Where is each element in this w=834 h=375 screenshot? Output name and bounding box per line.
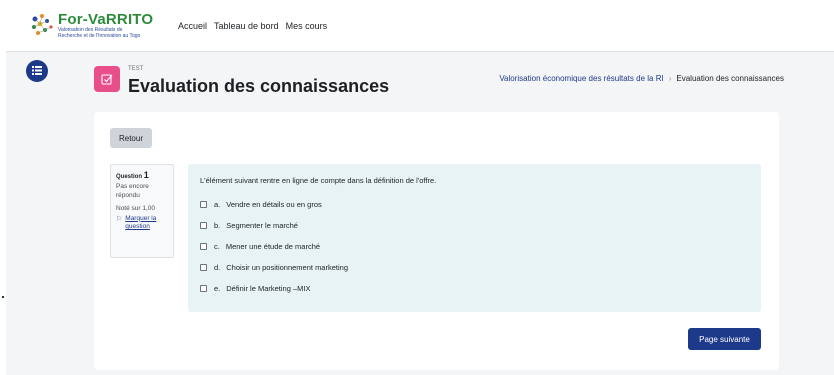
brand-subtitle-2: Recherche et de l'Innovation au Togo <box>58 33 141 39</box>
answer-checkbox[interactable] <box>200 285 207 292</box>
brand-text: For-VaRRITO Valorisation des Résultats d… <box>58 12 153 39</box>
answer-option-e[interactable]: e. Définir le Marketing –MIX <box>200 278 749 299</box>
breadcrumb-current: Evaluation des connaissances <box>676 74 784 83</box>
question-content: L'élément suivant rentre en ligne de com… <box>188 164 761 312</box>
answer-option-b[interactable]: b. Segmenter le marché <box>200 215 749 236</box>
nav-link-home[interactable]: Accueil <box>178 21 207 31</box>
back-button[interactable]: Retour <box>110 128 152 148</box>
question-info-panel: Question 1 Pas encore répondu Noté sur 1… <box>110 164 174 258</box>
answer-list: a. Vendre en détails ou en gros b. Segme… <box>200 194 749 299</box>
answer-checkbox[interactable] <box>200 264 207 271</box>
breadcrumb: Valorisation économique des résultats de… <box>499 74 784 83</box>
activity-type-label: TEST <box>128 66 144 72</box>
answer-option-a[interactable]: a. Vendre en détails ou en gros <box>200 194 749 215</box>
answer-text: Mener une étude de marché <box>225 242 321 251</box>
answer-checkbox[interactable] <box>200 243 207 250</box>
answer-letter: c. <box>214 242 220 251</box>
question-label: Question <box>116 174 143 180</box>
brand-name: For-VaRRITO <box>58 11 154 28</box>
nav-link-my-courses[interactable]: Mes cours <box>286 21 328 31</box>
menu-list-icon <box>32 62 42 80</box>
quiz-card: Retour Question 1 Pas encore répondu Not… <box>94 112 779 370</box>
edge-dot <box>2 296 4 298</box>
chevron-right-icon: › <box>668 74 672 83</box>
question-state: Pas encore répondu <box>116 183 149 199</box>
flag-question-link[interactable]: ⚐ Marquer la question <box>116 215 168 233</box>
answer-checkbox[interactable] <box>200 222 207 229</box>
flag-question-label[interactable]: Marquer la question <box>125 215 168 233</box>
answer-text: Segmenter le marché <box>226 221 298 230</box>
answer-letter: d. <box>214 263 221 272</box>
page-title: Evaluation des connaissances <box>128 76 390 96</box>
question-number-value: 1 <box>143 170 149 180</box>
flag-icon: ⚐ <box>116 215 123 223</box>
question-number: Question 1 <box>116 170 168 180</box>
brand-logo-link[interactable]: For-VaRRITO Valorisation des Résultats d… <box>30 6 170 46</box>
page-header: TEST Evaluation des connaissances Valori… <box>94 60 784 104</box>
answer-text: Définir le Marketing –MIX <box>226 284 311 293</box>
top-navbar: For-VaRRITO Valorisation des Résultats d… <box>6 0 834 52</box>
window-left-edge <box>0 0 6 375</box>
answer-text: Vendre en détails ou en gros <box>226 200 322 209</box>
question-text: L'élément suivant rentre en ligne de com… <box>200 176 437 185</box>
answer-letter: e. <box>214 284 221 293</box>
answer-letter: b. <box>214 221 221 230</box>
nav-link-dashboard[interactable]: Tableau de bord <box>214 21 279 31</box>
answer-option-d[interactable]: d. Choisir un positionnement marketing <box>200 257 749 278</box>
course-index-toggle-button[interactable] <box>26 60 48 82</box>
quiz-activity-icon <box>94 66 120 92</box>
next-page-button[interactable]: Page suivante <box>688 328 761 350</box>
breadcrumb-course-link[interactable]: Valorisation économique des résultats de… <box>499 74 663 83</box>
primary-nav: Accueil Tableau de bord Mes cours <box>178 21 334 31</box>
answer-letter: a. <box>214 200 221 209</box>
answer-checkbox[interactable] <box>200 201 207 208</box>
answer-option-c[interactable]: c. Mener une étude de marché <box>200 236 749 257</box>
answer-text: Choisir un positionnement marketing <box>226 263 348 272</box>
checkbox-square-icon <box>101 74 113 85</box>
molecule-logo-icon <box>30 13 56 39</box>
question-grade: Noté sur 1,00 <box>116 204 156 212</box>
